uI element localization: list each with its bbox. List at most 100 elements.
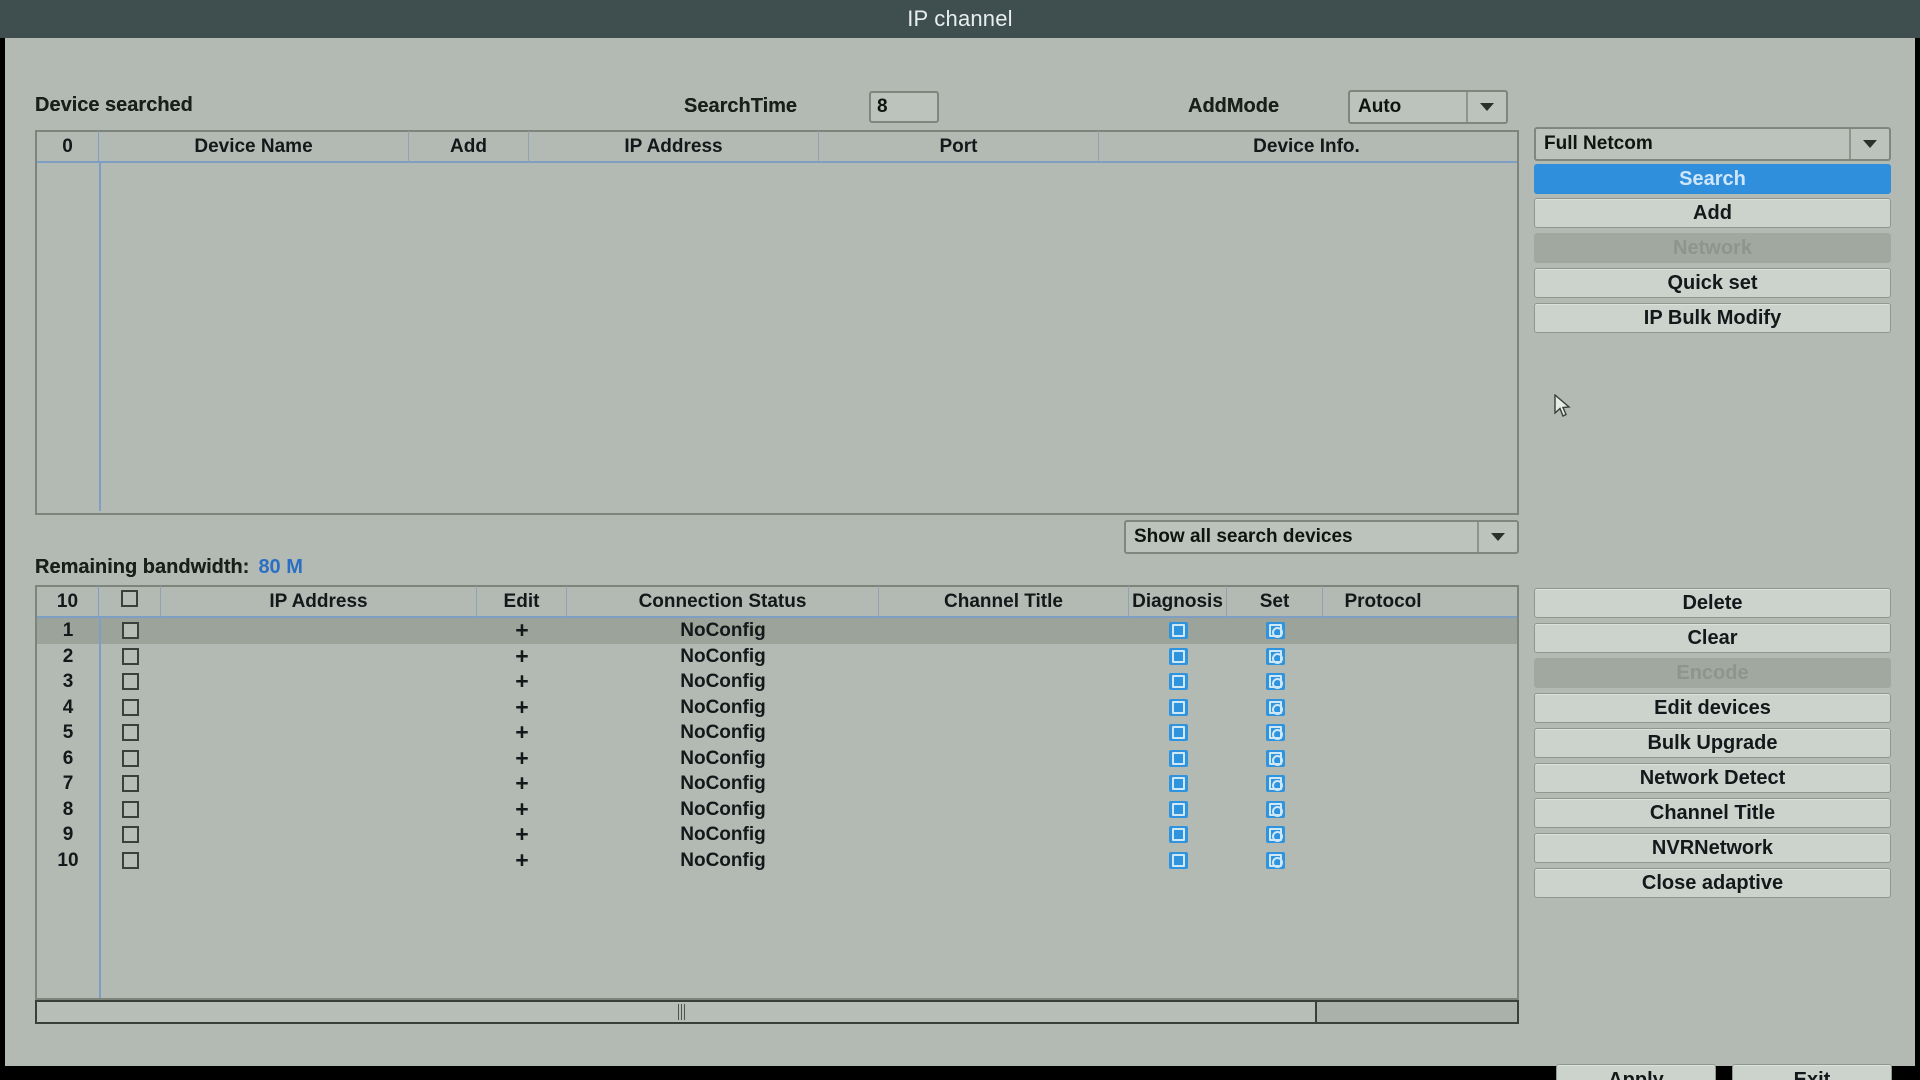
row-edit-add-icon[interactable]: + [477,822,567,848]
row-diagnosis-cell[interactable] [1129,771,1227,797]
row-checkbox-cell[interactable] [99,848,161,874]
diagnosis-icon[interactable] [1168,851,1188,869]
plus-icon[interactable]: + [515,669,528,694]
plus-icon[interactable]: + [515,720,528,745]
plus-icon[interactable]: + [515,822,528,847]
row-set-cell[interactable] [1227,644,1323,670]
row-set-cell[interactable] [1227,797,1323,823]
set-icon[interactable] [1265,698,1285,716]
col-set[interactable]: Set [1227,586,1323,617]
device-search-body[interactable] [37,163,1517,511]
col-ip-address[interactable]: IP Address [529,131,819,162]
table-row[interactable]: 9 + NoConfig [37,822,1517,848]
exit-button[interactable]: Exit [1732,1064,1892,1080]
row-diagnosis-cell[interactable] [1129,746,1227,772]
plus-icon[interactable]: + [515,618,528,643]
set-icon[interactable] [1265,851,1285,869]
plus-icon[interactable]: + [515,746,528,771]
diagnosis-icon[interactable] [1168,673,1188,691]
row-set-cell[interactable] [1227,822,1323,848]
diagnosis-icon[interactable] [1168,775,1188,793]
diagnosis-icon[interactable] [1168,647,1188,665]
search-time-input[interactable]: 8 [869,91,939,123]
row-edit-add-icon[interactable]: + [477,746,567,772]
row-checkbox-cell[interactable] [99,720,161,746]
row-diagnosis-cell[interactable] [1129,797,1227,823]
row-edit-add-icon[interactable]: + [477,669,567,695]
chevron-down-icon[interactable] [1477,522,1517,552]
row-set-cell[interactable] [1227,848,1323,874]
row-checkbox-cell[interactable] [99,618,161,644]
row-edit-add-icon[interactable]: + [477,797,567,823]
row-set-cell[interactable] [1227,695,1323,721]
row-edit-add-icon[interactable]: + [477,618,567,644]
row-checkbox[interactable] [121,851,139,869]
close-adaptive-button[interactable]: Close adaptive [1534,868,1891,898]
select-all-checkbox[interactable] [121,590,138,607]
edit-devices-button[interactable]: Edit devices [1534,693,1891,723]
table-row[interactable]: 6 + NoConfig [37,746,1517,772]
row-checkbox[interactable] [121,647,139,665]
plus-icon[interactable]: + [515,848,528,873]
row-diagnosis-cell[interactable] [1129,822,1227,848]
set-icon[interactable] [1265,724,1285,742]
search-button[interactable]: Search [1534,164,1891,194]
row-set-cell[interactable] [1227,746,1323,772]
row-edit-add-icon[interactable]: + [477,848,567,874]
plus-icon[interactable]: + [515,797,528,822]
row-set-cell[interactable] [1227,720,1323,746]
row-checkbox-cell[interactable] [99,644,161,670]
table-row[interactable]: 3 + NoConfig [37,669,1517,695]
row-diagnosis-cell[interactable] [1129,720,1227,746]
col-edit[interactable]: Edit [477,586,567,617]
table-row[interactable]: 5 + NoConfig [37,720,1517,746]
col-diagnosis[interactable]: Diagnosis [1129,586,1227,617]
set-icon[interactable] [1265,647,1285,665]
row-checkbox[interactable] [121,749,139,767]
col-device-info[interactable]: Device Info. [1099,131,1514,162]
chevron-down-icon[interactable] [1466,92,1506,122]
table-row[interactable]: 8 + NoConfig [37,797,1517,823]
bulk-upgrade-button[interactable]: Bulk Upgrade [1534,728,1891,758]
add-mode-select[interactable]: Auto [1348,90,1508,124]
row-checkbox[interactable] [121,826,139,844]
apply-button[interactable]: Apply [1556,1064,1716,1080]
channel-list-body[interactable]: 1 + NoConfig 2 + NoConfig 3 + NoConfig 4 + NoConfig… [37,618,1517,998]
row-set-cell[interactable] [1227,771,1323,797]
row-checkbox-cell[interactable] [99,746,161,772]
row-diagnosis-cell[interactable] [1129,644,1227,670]
col-protocol[interactable]: Protocol [1323,586,1443,617]
netcom-mode-select[interactable]: Full Netcom [1534,127,1891,161]
col-ip-address[interactable]: IP Address [161,586,477,617]
set-icon[interactable] [1265,775,1285,793]
row-edit-add-icon[interactable]: + [477,644,567,670]
diagnosis-icon[interactable] [1168,698,1188,716]
clear-button[interactable]: Clear [1534,623,1891,653]
plus-icon[interactable]: + [515,644,528,669]
row-set-cell[interactable] [1227,618,1323,644]
delete-button[interactable]: Delete [1534,588,1891,618]
col-device-name[interactable]: Device Name [99,131,409,162]
row-checkbox[interactable] [121,800,139,818]
row-checkbox[interactable] [121,775,139,793]
set-icon[interactable] [1265,826,1285,844]
row-diagnosis-cell[interactable] [1129,669,1227,695]
diagnosis-icon[interactable] [1168,622,1188,640]
row-checkbox[interactable] [121,724,139,742]
plus-icon[interactable]: + [515,695,528,720]
table-row[interactable]: 4 + NoConfig [37,695,1517,721]
row-checkbox[interactable] [121,698,139,716]
row-edit-add-icon[interactable]: + [477,720,567,746]
diagnosis-icon[interactable] [1168,800,1188,818]
plus-icon[interactable]: + [515,771,528,796]
diagnosis-icon[interactable] [1168,826,1188,844]
quick-set-button[interactable]: Quick set [1534,268,1891,298]
set-icon[interactable] [1265,673,1285,691]
show-all-devices-select[interactable]: Show all search devices [1124,520,1519,554]
col-connection-status[interactable]: Connection Status [567,586,879,617]
row-edit-add-icon[interactable]: + [477,695,567,721]
chevron-down-icon[interactable] [1849,129,1889,159]
col-select-all[interactable] [99,586,161,617]
row-checkbox-cell[interactable] [99,822,161,848]
row-checkbox[interactable] [121,622,139,640]
